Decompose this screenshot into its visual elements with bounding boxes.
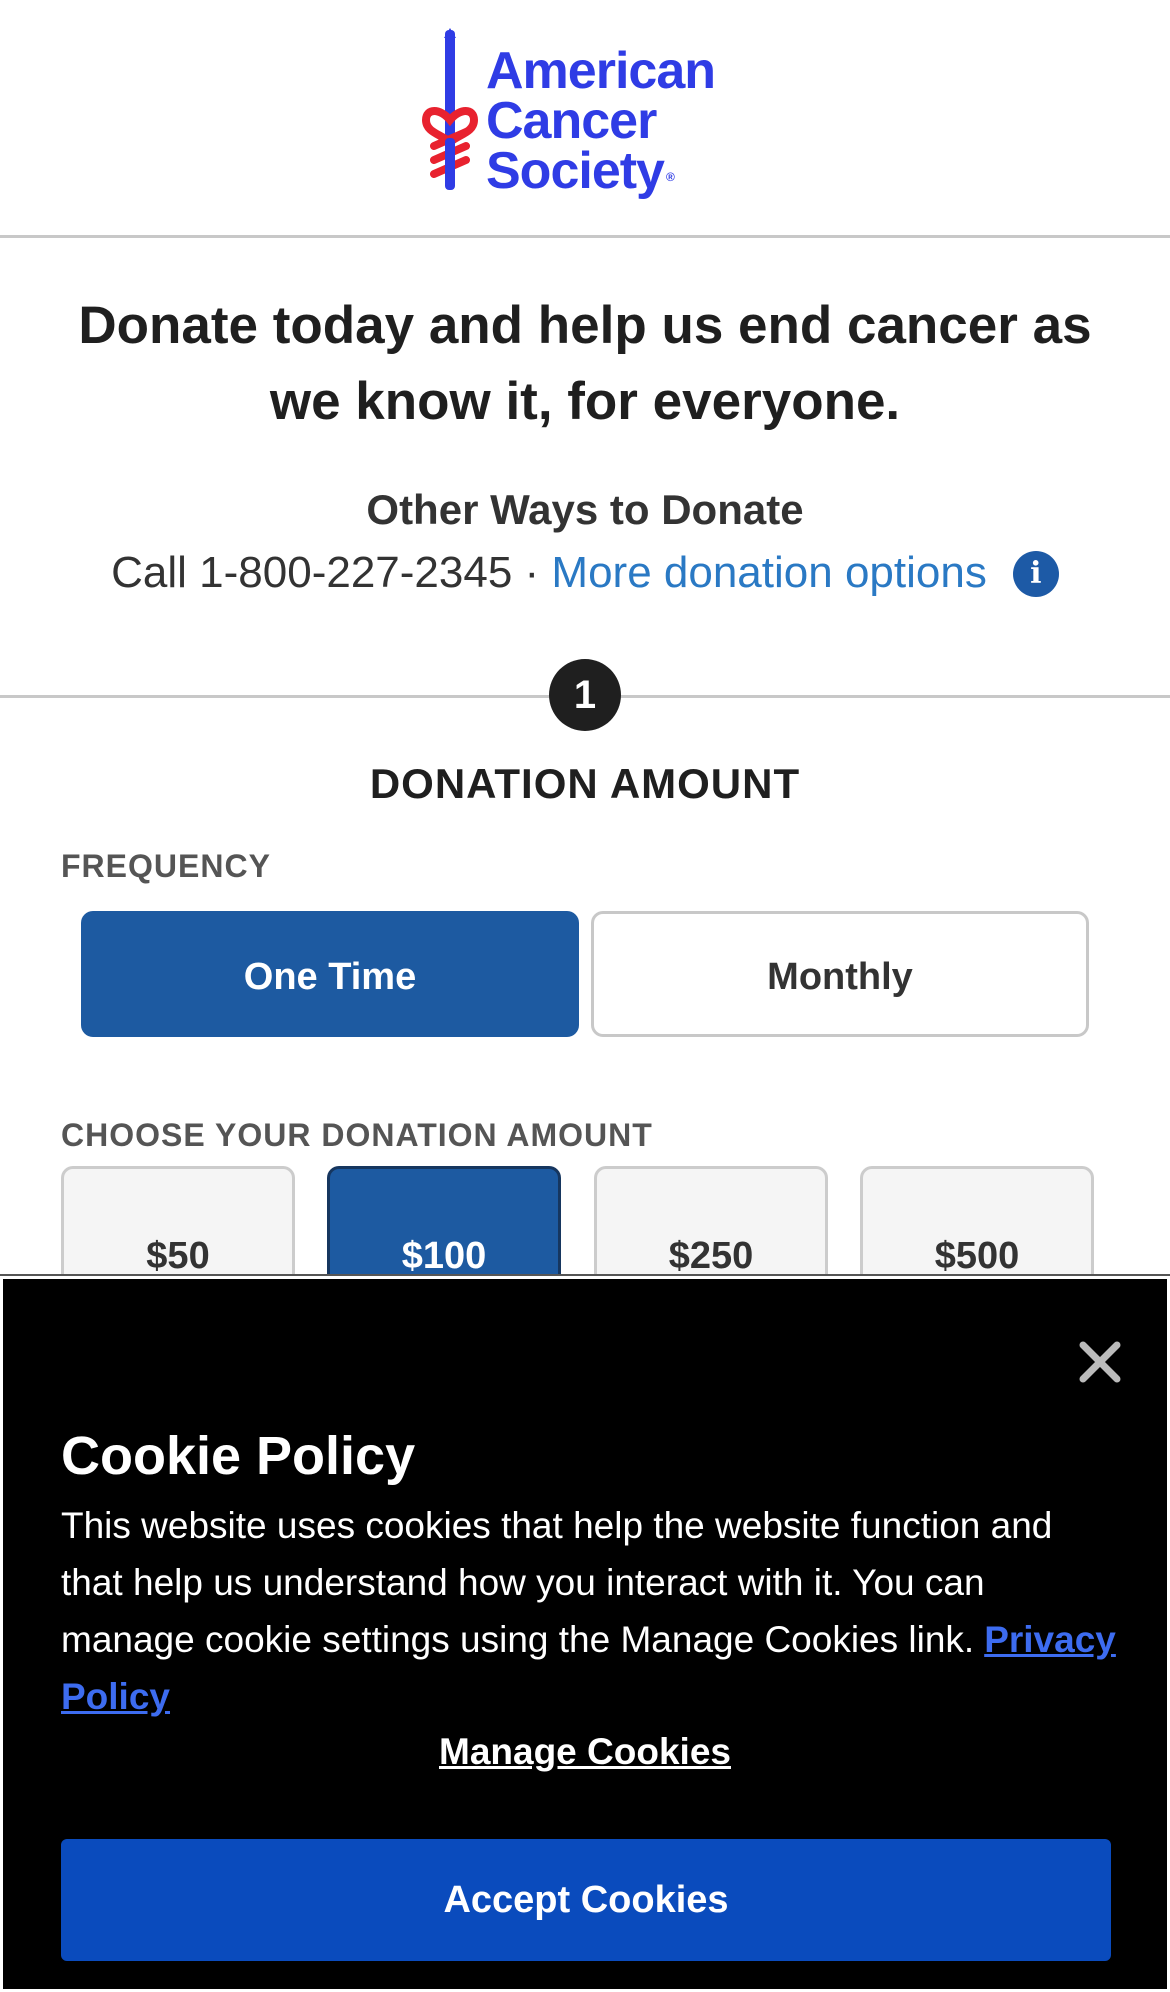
more-donation-options-link[interactable]: More donation options (551, 548, 986, 597)
frequency-label: FREQUENCY (61, 848, 271, 884)
donation-amount-label: CHOOSE YOUR DONATION AMOUNT (61, 1117, 653, 1153)
logo-wordmark: American Cancer Society ® (486, 42, 716, 197)
section-title: DONATION AMOUNT (369, 760, 801, 807)
logo-line-1: American (486, 42, 716, 100)
frequency-one-time-button[interactable]: One Time (81, 911, 579, 1037)
logo-line-2: Cancer (486, 92, 657, 150)
frequency-monthly-button[interactable]: Monthly (591, 911, 1089, 1037)
close-icon[interactable] (1075, 1337, 1125, 1387)
cookie-policy-title: Cookie Policy (61, 1426, 416, 1486)
cookie-policy-text: This website uses cookies that help the … (61, 1497, 1121, 1725)
sword-logo-icon (421, 28, 479, 190)
registered-mark: ® (665, 170, 675, 184)
cookie-policy-body: This website uses cookies that help the … (61, 1505, 1053, 1660)
other-ways-title: Other Ways to Donate (366, 486, 804, 533)
cookie-banner: Cookie Policy This website uses cookies … (0, 1274, 1170, 1992)
site-header: American Cancer Society ® (0, 0, 1170, 238)
info-icon[interactable]: i (1012, 551, 1059, 597)
other-ways-line: Call 1-800-227-2345 · More donation opti… (0, 548, 1170, 598)
logo-line-3: Society (486, 142, 665, 200)
manage-cookies-link[interactable]: Manage Cookies (3, 1731, 1167, 1773)
step-number-badge: 1 (549, 659, 621, 731)
page-headline: Donate today and help us end cancer as w… (78, 296, 1092, 431)
accept-cookies-button[interactable]: Accept Cookies (61, 1839, 1111, 1961)
call-phone-text[interactable]: Call 1-800-227-2345 · (111, 548, 551, 597)
american-cancer-society-logo[interactable]: American Cancer Society ® (420, 28, 760, 210)
